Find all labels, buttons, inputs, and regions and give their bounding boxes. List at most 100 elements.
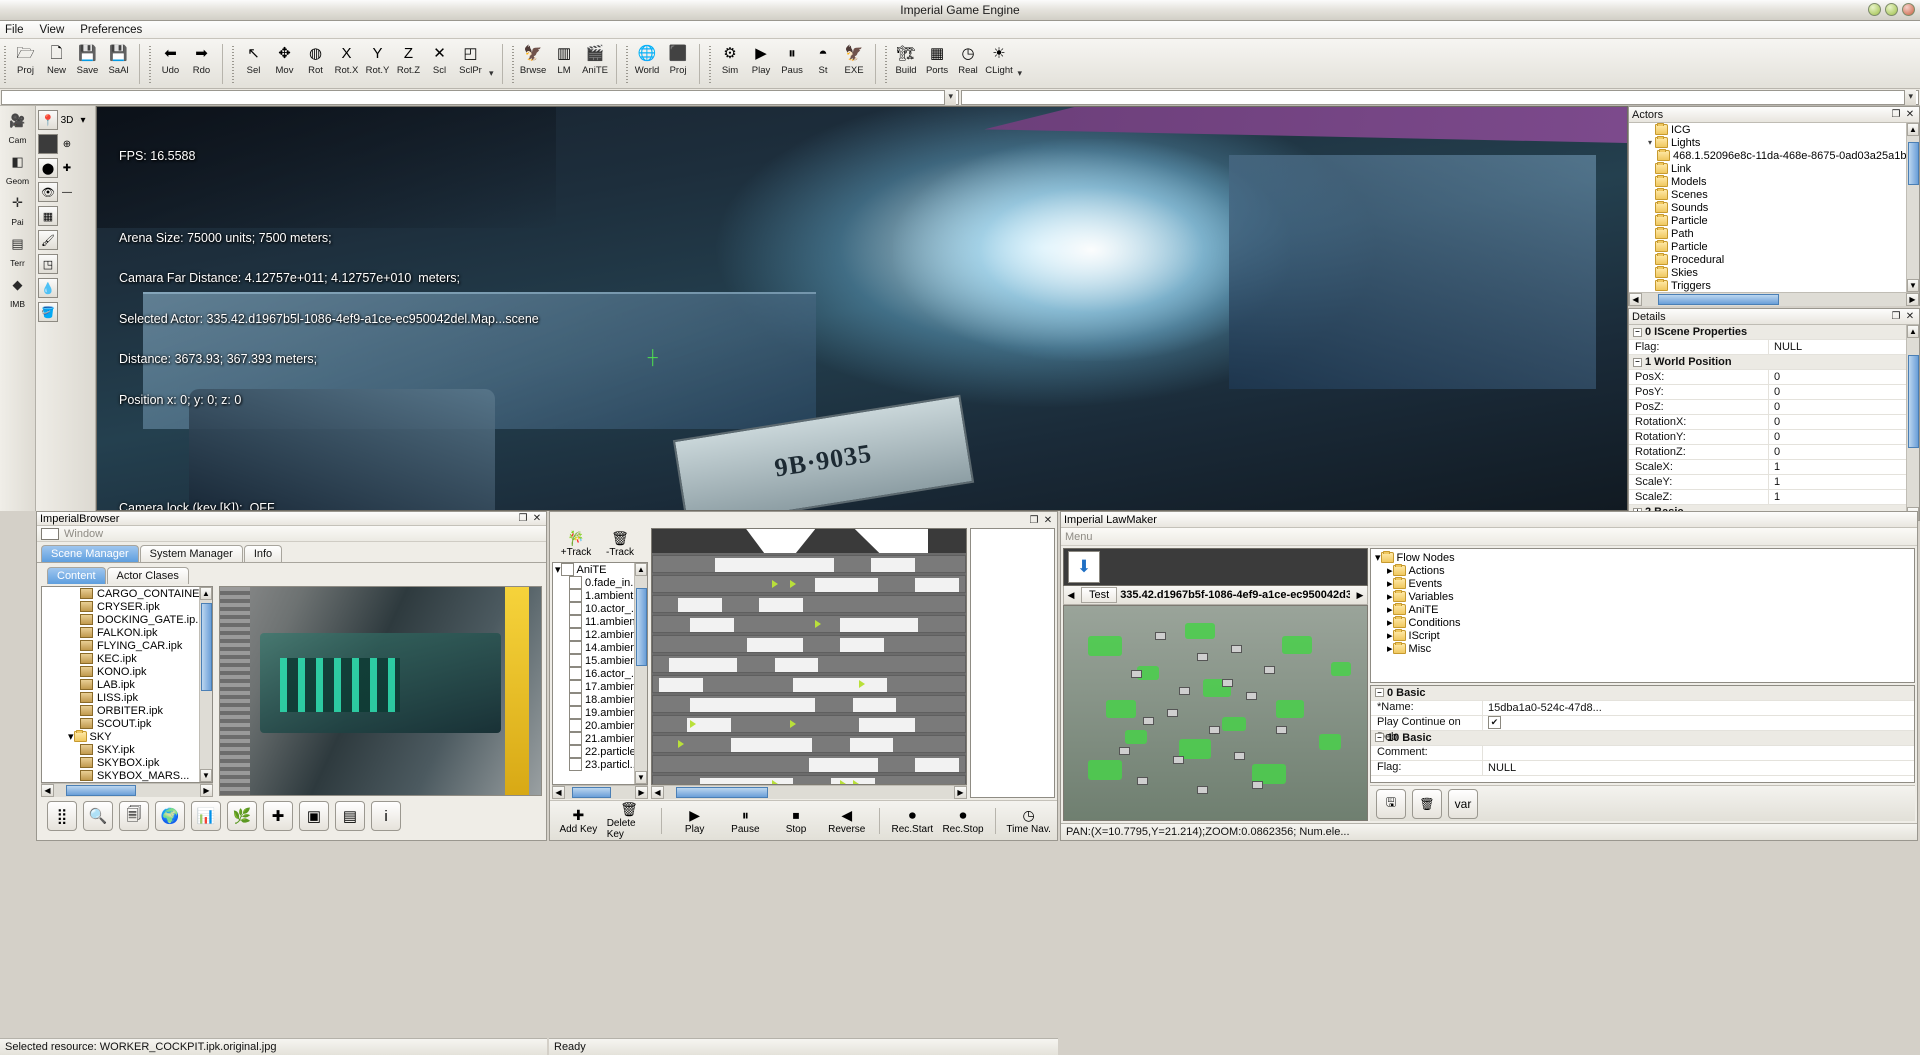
scroll-thumb-h[interactable]: [65, 784, 136, 796]
browser-window-label[interactable]: Window: [64, 528, 103, 540]
leaf-icon[interactable]: 🌿: [227, 801, 257, 831]
timeline-segment[interactable]: [915, 758, 959, 772]
file-list-item[interactable]: FLYING_CAR.ipk: [42, 639, 199, 652]
details-value[interactable]: 0: [1769, 431, 1906, 443]
search-icon[interactable]: 🔍: [83, 801, 113, 831]
details-restore-icon[interactable]: ❐: [1890, 311, 1902, 323]
toolbar-button-build[interactable]: 🏗 Build: [891, 42, 922, 77]
scroll-down-icon[interactable]: ▼: [200, 769, 212, 782]
file-list-item[interactable]: SKY.ipk: [42, 743, 199, 756]
timeline-segment[interactable]: [858, 718, 916, 732]
track-checkbox[interactable]: [569, 641, 582, 654]
scroll-thumb[interactable]: [201, 603, 212, 692]
anite-close-icon[interactable]: ✕: [1042, 514, 1054, 526]
track-checkbox[interactable]: [569, 628, 582, 641]
file-list-item[interactable]: CRYSER.ipk: [42, 600, 199, 613]
timeline-keyframe-icon[interactable]: [852, 780, 859, 784]
red-dots-icon[interactable]: ⣿: [47, 801, 77, 831]
toolbar-button-scl[interactable]: ✕ Scl: [424, 42, 455, 77]
tool-option-modifier[interactable]: ⊕: [60, 135, 74, 153]
track-checkbox[interactable]: [569, 667, 582, 680]
track-checkbox[interactable]: [569, 693, 582, 706]
toolbar-button-save[interactable]: 💾 Save: [72, 42, 103, 77]
anite-reverse-button[interactable]: ◀ Reverse: [824, 807, 869, 835]
toolbar-button-saal[interactable]: 💾 SaAl: [103, 42, 134, 77]
tool-option-modifier[interactable]: ✚: [60, 159, 74, 177]
toolbar-button-rot-y[interactable]: Y Rot.Y: [362, 42, 393, 77]
toolbar-button-proj[interactable]: 🗁 Proj: [10, 42, 41, 77]
anite-pause-button[interactable]: ⏸ Pause: [723, 807, 768, 835]
import-arrow-icon[interactable]: ⬇: [1068, 551, 1100, 583]
tree-twisty-icon[interactable]: ▾: [68, 730, 74, 743]
add-green-icon[interactable]: ✚: [263, 801, 293, 831]
timeline-ruler[interactable]: [652, 529, 966, 553]
file-list-item[interactable]: SKYBOX.ipk: [42, 756, 199, 769]
details-value[interactable]: NULL: [1769, 341, 1906, 353]
tree-twisty-icon[interactable]: ▸: [1387, 642, 1393, 655]
grid-icon[interactable]: ▦: [38, 206, 58, 226]
scroll-down-icon[interactable]: ▼: [635, 771, 647, 784]
droplet-icon[interactable]: 💧: [38, 278, 58, 298]
expander-icon[interactable]: –: [1633, 357, 1642, 367]
remove-track-button[interactable]: 🗑 -Track: [600, 530, 640, 558]
flow-node-category[interactable]: ▸ Variables: [1371, 590, 1914, 603]
property-value[interactable]: ✔: [1483, 716, 1914, 730]
sphere-icon[interactable]: ⬤: [38, 158, 58, 178]
toolbar-button-anite[interactable]: 🎬 AniTE: [580, 42, 611, 77]
chevron-down-icon[interactable]: ▾: [76, 111, 90, 129]
actor-tree-item[interactable]: Skies: [1629, 266, 1906, 279]
actor-tree-item[interactable]: Procedural: [1629, 253, 1906, 266]
track-checkbox[interactable]: [569, 576, 582, 589]
actor-tree-item[interactable]: Models: [1629, 175, 1906, 188]
timeline-segment[interactable]: [759, 598, 803, 612]
track-checkbox[interactable]: [569, 706, 582, 719]
timeline-track[interactable]: [652, 755, 966, 773]
tree-twisty-icon[interactable]: ▸: [1387, 629, 1393, 642]
scroll-thumb[interactable]: [1908, 354, 1919, 448]
property-row-comment[interactable]: Comment:: [1371, 745, 1914, 761]
toolbar-button-rdo[interactable]: ➡ Rdo: [186, 42, 217, 77]
imb-icon[interactable]: ◆: [7, 274, 29, 296]
track-checkbox[interactable]: [569, 654, 582, 667]
anite-track-item[interactable]: 17.ambien...: [553, 680, 634, 693]
track-checkbox[interactable]: [569, 732, 582, 745]
timeline-track[interactable]: [652, 675, 966, 693]
scroll-right-icon[interactable]: ▶: [954, 785, 967, 799]
details-row[interactable]: PosY: 0: [1629, 384, 1906, 400]
timeline-track[interactable]: [652, 635, 966, 653]
timeline-segment[interactable]: [840, 638, 884, 652]
timeline-keyframe-icon[interactable]: [815, 620, 822, 628]
toolbar-button-sim[interactable]: ⚙ Sim: [715, 42, 746, 77]
tool-option-modifier[interactable]: —: [60, 183, 74, 201]
timeline-segment[interactable]: [793, 678, 887, 692]
toolbar-grip[interactable]: [706, 44, 714, 84]
actors-close-icon[interactable]: ✕: [1904, 109, 1916, 121]
browser-restore-icon[interactable]: ❐: [517, 513, 529, 525]
toolbar-button-ports[interactable]: ▦ Ports: [922, 42, 953, 77]
paint-bucket-icon[interactable]: 🪣: [38, 302, 58, 322]
file-list-item[interactable]: FALKON.ipk: [42, 626, 199, 639]
swatch-dark-icon[interactable]: [38, 134, 58, 154]
anite-delete-key-button[interactable]: 🗑 Delete Key: [607, 801, 652, 840]
anite-track-item[interactable]: 10.actor_...: [553, 602, 634, 615]
eye-icon[interactable]: 👁: [38, 182, 58, 202]
track-checkbox[interactable]: [569, 719, 582, 732]
details-row[interactable]: ScaleY: 1: [1629, 474, 1906, 490]
timeline-segment[interactable]: [731, 738, 813, 752]
actors-vscrollbar[interactable]: ▲ ▼: [1906, 123, 1919, 292]
content-file-list[interactable]: CARGO_CONTAINE... CRYSER.ipk DOCKING_GATE.…: [41, 586, 213, 783]
toolbar-grip[interactable]: [147, 44, 154, 84]
toolbar-grip[interactable]: [230, 44, 237, 84]
timeline-keyframe-icon[interactable]: [690, 720, 697, 728]
toolbar-grip[interactable]: [509, 44, 517, 84]
timeline-segment[interactable]: [849, 738, 894, 752]
expander-icon[interactable]: –: [1375, 733, 1384, 743]
track-checkbox[interactable]: [569, 602, 582, 615]
timeline-keyframe-icon[interactable]: [840, 780, 847, 784]
actor-tree-item[interactable]: ICG: [1629, 123, 1906, 136]
track-checkbox[interactable]: [569, 680, 582, 693]
toolbar-button-play[interactable]: ▶ Play: [746, 42, 777, 77]
anite-add-key-button[interactable]: ✚ Add Key: [556, 807, 601, 835]
paint-icon[interactable]: ✛: [7, 192, 29, 214]
timeline-segment[interactable]: [677, 598, 722, 612]
